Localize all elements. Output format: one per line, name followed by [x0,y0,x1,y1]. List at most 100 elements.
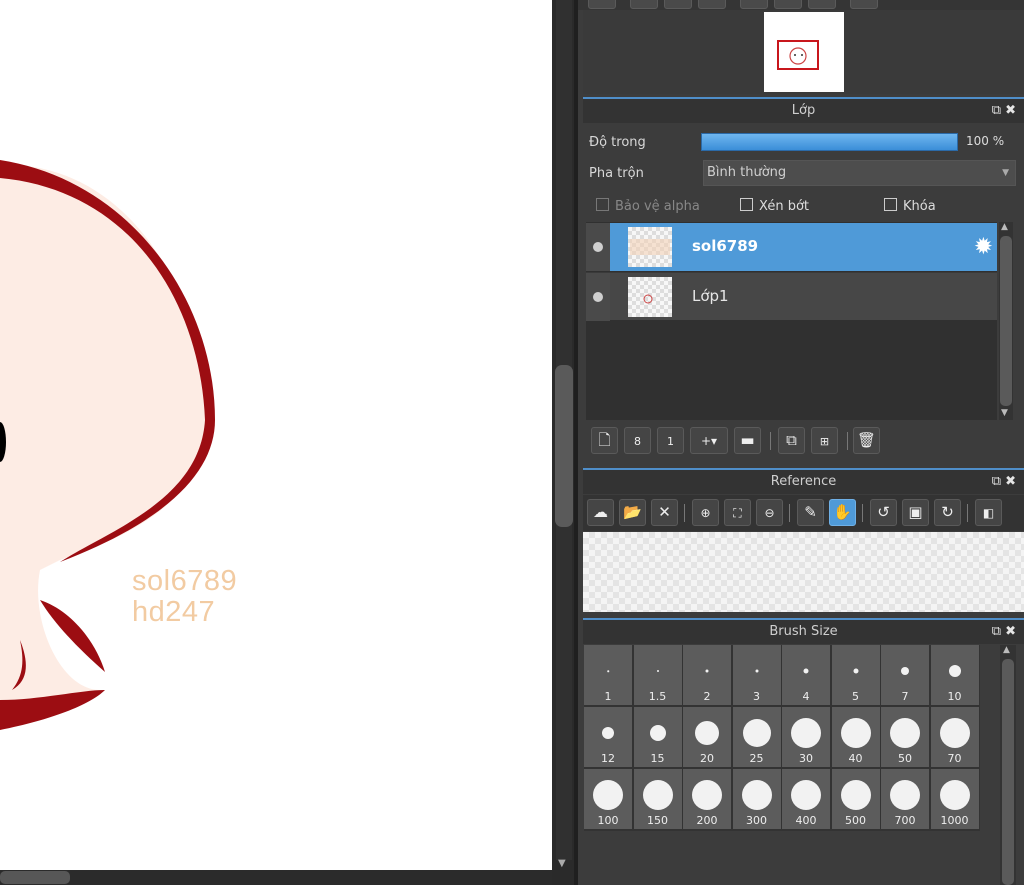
new-1bit-layer-button[interactable]: 1 [657,427,684,454]
checkbox-box [740,198,753,211]
layer-row[interactable]: sol6789 ✹ [586,223,997,271]
brush-size-cell[interactable]: 300 [732,769,781,829]
brush-size-cell[interactable]: 15 [633,707,682,767]
brush-size-cell[interactable]: 1 [584,645,632,705]
brush-size-cell[interactable]: 4 [782,645,830,705]
brush-size-value: 1 [604,690,612,703]
vscroll-thumb[interactable] [555,365,573,527]
brush-size-cell[interactable]: 7 [881,645,929,705]
eyedropper-button[interactable]: ✎ [797,499,824,526]
popout-icon[interactable]: ⧉ [992,103,1005,118]
popout-icon[interactable]: ⧉ [992,624,1005,639]
brush-size-cell[interactable]: 1.5 [633,645,682,705]
close-icon[interactable]: ✖ [1005,103,1020,118]
brush-size-cell[interactable]: 1000 [930,769,979,829]
brush-size-cell[interactable]: 200 [683,769,731,829]
brush-size-value: 150 [647,814,668,827]
navigator-rotate-right-button[interactable] [808,0,836,9]
fit-view-button[interactable]: ⛶ [724,499,751,526]
layer-row[interactable]: Lớp1 [586,272,997,321]
brush-size-cell[interactable]: 50 [881,707,929,767]
brush-dot-icon [939,780,970,810]
opacity-slider[interactable] [701,133,958,151]
navigator-rotate-left-button[interactable] [740,0,768,9]
navigator-thumbnail[interactable] [764,12,844,92]
new-8bit-layer-button[interactable]: 8 [624,427,651,454]
gear-icon[interactable]: ✹ [974,234,993,260]
reference-open-button[interactable]: 📂 [619,499,646,526]
brush-size-cell[interactable]: 700 [881,769,929,829]
reference-close-button[interactable]: ✕ [651,499,678,526]
reference-load-cloud-button[interactable]: ☁ [587,499,614,526]
layer-list-scrollbar[interactable]: ▲ ▼ [999,222,1013,420]
navigator-tool-button-3[interactable] [664,0,692,9]
clipping-label: Xén bớt [759,199,809,214]
brush-size-cell[interactable]: 3 [732,645,781,705]
scroll-up-arrow-icon[interactable]: ▲ [1001,222,1008,232]
rotate-left-button[interactable]: ↺ [870,499,897,526]
merge-layer-button[interactable]: ⊞ [811,427,838,454]
visibility-toggle[interactable] [586,223,610,271]
scroll-down-arrow-icon[interactable]: ▼ [1001,408,1008,418]
navigator-tool-button-2[interactable] [630,0,658,9]
hscroll-thumb[interactable] [0,871,70,884]
flip-horizontal-button[interactable]: ◧ [975,499,1002,526]
opacity-value: 100 % [966,134,1005,148]
brush-size-scrollbar[interactable]: ▲ [1000,645,1016,885]
zoom-out-button[interactable]: ⊖ [756,499,783,526]
navigator-fit-button[interactable] [774,0,802,9]
navigator-tool-button-1[interactable] [588,0,616,9]
brush-size-cell[interactable]: 500 [831,769,880,829]
visibility-toggle[interactable] [586,273,610,321]
delete-layer-button[interactable]: 🗑 [853,427,880,454]
brush-size-cell[interactable]: 70 [930,707,979,767]
drawing-canvas[interactable]: sol6789 hd247 [0,0,552,870]
brush-size-cell[interactable]: 150 [633,769,682,829]
close-icon[interactable]: ✖ [1005,624,1020,639]
brush-size-cell[interactable]: 20 [683,707,731,767]
navigator-preview[interactable] [583,10,1024,94]
add-layer-dropdown-button[interactable]: +▾ [690,427,728,454]
close-icon[interactable]: ✖ [1005,474,1020,489]
popout-icon[interactable]: ⧉ [992,474,1005,489]
blend-mode-select[interactable]: Bình thường ▼ [703,160,1016,186]
brush-size-value: 30 [799,752,813,765]
brush-size-value: 200 [696,814,718,827]
canvas-vertical-scrollbar[interactable]: ▼ [552,0,578,885]
new-layer-button[interactable]: 🗋 [591,427,618,454]
hand-tool-button[interactable]: ✋ [829,499,856,526]
fit-screen-button[interactable]: ▣ [902,499,929,526]
brush-dot-icon [803,668,809,674]
vscroll-down-arrow-icon[interactable]: ▼ [558,858,566,869]
brush-size-cell[interactable]: 12 [584,707,632,767]
lock-checkbox[interactable]: Khóa [884,198,936,214]
duplicate-layer-button[interactable]: ⧉ [778,427,805,454]
brush-size-cell[interactable]: 40 [831,707,880,767]
layer-panel-controls: ⧉✖ [992,99,1020,122]
new-folder-button[interactable]: ▬ [734,427,761,454]
brush-size-cell[interactable]: 10 [930,645,979,705]
rotate-right-button[interactable]: ↻ [934,499,961,526]
navigator-flip-button[interactable] [850,0,878,9]
brush-size-cell[interactable]: 2 [683,645,731,705]
brush-size-value: 50 [898,752,912,765]
merge-icon: ⊞ [819,435,830,448]
zoom-in-button[interactable]: ⊕ [692,499,719,526]
layer-list-scroll-thumb[interactable] [1000,236,1012,406]
navigator-artwork-icon [789,47,807,65]
protect-alpha-checkbox[interactable]: Bảo vệ alpha [596,198,700,214]
brush-size-scroll-thumb[interactable] [1002,659,1014,885]
clipping-checkbox[interactable]: Xén bớt [740,198,809,214]
brush-size-cell[interactable]: 5 [831,645,880,705]
navigator-tool-button-4[interactable] [698,0,726,9]
scroll-up-arrow-icon[interactable]: ▲ [1003,645,1010,655]
folder-open-icon: 📂 [623,503,642,521]
toolbar-separator [770,432,771,450]
brush-size-cell[interactable]: 100 [584,769,632,829]
brush-size-cell[interactable]: 25 [732,707,781,767]
canvas-horizontal-scrollbar[interactable] [0,870,564,885]
reference-image-area[interactable] [583,532,1024,612]
brush-size-cell[interactable]: 30 [782,707,830,767]
brush-size-cell[interactable]: 400 [782,769,830,829]
layer-name: sol6789 [692,237,759,255]
